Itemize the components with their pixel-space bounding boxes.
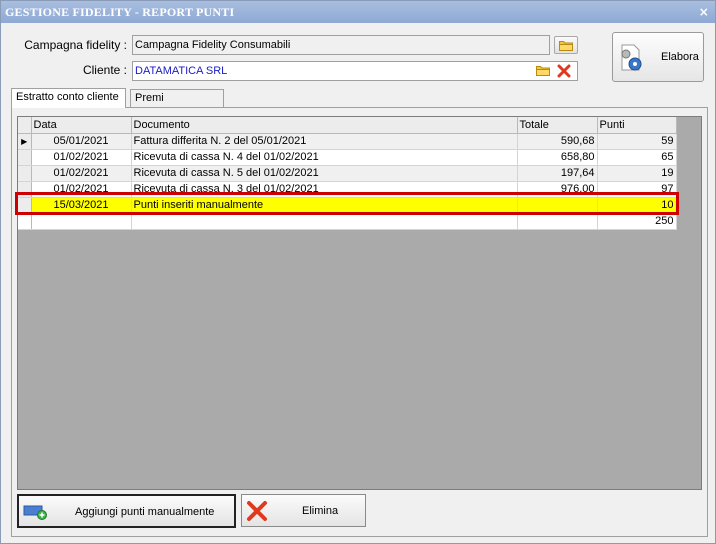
cell-documento[interactable]: Fattura differita N. 2 del 05/01/2021 xyxy=(131,133,518,150)
folder-icon[interactable] xyxy=(536,65,550,77)
window-title: GESTIONE FIDELITY - REPORT PUNTI xyxy=(5,5,235,19)
aggiungi-punti-button[interactable]: Aggiungi punti manualmente xyxy=(17,494,236,528)
table-row[interactable]: 01/02/2021 Ricevuta di cassa N. 3 del 01… xyxy=(18,181,677,198)
cell-punti[interactable]: 10 xyxy=(597,197,677,214)
total-row: 250 xyxy=(18,213,677,230)
row-selector[interactable] xyxy=(18,181,32,198)
row-selector-header xyxy=(18,117,32,134)
col-header-punti[interactable]: Punti xyxy=(597,117,677,134)
cell-punti[interactable]: 59 xyxy=(597,133,677,150)
elimina-label: Elimina xyxy=(302,505,339,517)
campagna-label: Campagna fidelity : xyxy=(24,38,127,52)
elabora-label: Elabora xyxy=(661,51,699,63)
tab-estratto-conto[interactable]: Estratto conto cliente xyxy=(11,88,126,108)
table-row[interactable]: ▶ 05/01/2021 Fattura differita N. 2 del … xyxy=(18,133,677,150)
cell-punti[interactable]: 65 xyxy=(597,149,677,166)
cell-empty xyxy=(517,213,598,230)
row-selector[interactable] xyxy=(18,197,32,214)
col-header-data[interactable]: Data xyxy=(31,117,132,134)
delete-x-icon[interactable] xyxy=(557,64,571,78)
elimina-button[interactable]: Elimina xyxy=(241,494,366,527)
cliente-label: Cliente : xyxy=(82,63,127,77)
cell-totale[interactable]: 197,64 xyxy=(517,165,598,182)
report-punti-window: GESTIONE FIDELITY - REPORT PUNTI × Campa… xyxy=(0,0,716,544)
cell-punti[interactable]: 19 xyxy=(597,165,677,182)
campagna-browse-button[interactable] xyxy=(554,36,578,54)
cell-documento[interactable]: Ricevuta di cassa N. 5 del 01/02/2021 xyxy=(131,165,518,182)
cell-data[interactable]: 01/02/2021 xyxy=(31,149,132,166)
cell-documento[interactable]: Punti inseriti manualmente xyxy=(131,197,518,214)
table-row-highlighted[interactable]: 15/03/2021 Punti inseriti manualmente 10 xyxy=(18,197,677,214)
row-selector[interactable] xyxy=(18,149,32,166)
total-punti: 250 xyxy=(597,213,677,230)
current-row-indicator: ▶ xyxy=(18,133,32,150)
cell-totale[interactable]: 590,68 xyxy=(517,133,598,150)
table-row[interactable]: 01/02/2021 Ricevuta di cassa N. 5 del 01… xyxy=(18,165,677,182)
delete-x-icon xyxy=(246,500,268,525)
grid-header: Data Documento Totale Punti xyxy=(18,117,677,134)
aggiungi-label: Aggiungi punti manualmente xyxy=(75,506,215,518)
tab-premi-consegnati[interactable]: Premi consegnati xyxy=(130,89,224,120)
cell-empty xyxy=(131,213,518,230)
elabora-button[interactable]: Elabora xyxy=(612,32,704,82)
cell-data[interactable]: 05/01/2021 xyxy=(31,133,132,150)
cell-totale[interactable]: 976,00 xyxy=(517,181,598,198)
row-selector xyxy=(18,213,32,230)
cell-data[interactable]: 01/02/2021 xyxy=(31,181,132,198)
folder-icon xyxy=(559,40,573,51)
gears-document-icon xyxy=(619,43,645,76)
cell-punti[interactable]: 97 xyxy=(597,181,677,198)
table-row[interactable]: 01/02/2021 Ricevuta di cassa N. 4 del 01… xyxy=(18,149,677,166)
estratto-conto-grid[interactable]: Data Documento Totale Punti ▶ 05/01/2021… xyxy=(17,116,702,490)
cliente-field[interactable]: DATAMATICA SRL xyxy=(132,61,578,81)
cell-totale[interactable]: 658,80 xyxy=(517,149,598,166)
cell-data[interactable]: 01/02/2021 xyxy=(31,165,132,182)
cell-empty xyxy=(31,213,132,230)
title-bar: GESTIONE FIDELITY - REPORT PUNTI × xyxy=(1,1,715,23)
col-header-documento[interactable]: Documento xyxy=(131,117,518,134)
close-icon[interactable]: × xyxy=(699,1,709,23)
add-row-icon xyxy=(23,504,47,523)
row-selector[interactable] xyxy=(18,165,32,182)
col-header-totale[interactable]: Totale xyxy=(517,117,598,134)
cell-totale[interactable] xyxy=(517,197,598,214)
cell-documento[interactable]: Ricevuta di cassa N. 4 del 01/02/2021 xyxy=(131,149,518,166)
cell-data[interactable]: 15/03/2021 xyxy=(31,197,132,214)
cell-documento[interactable]: Ricevuta di cassa N. 3 del 01/02/2021 xyxy=(131,181,518,198)
campagna-field[interactable]: Campagna Fidelity Consumabili xyxy=(132,35,550,55)
